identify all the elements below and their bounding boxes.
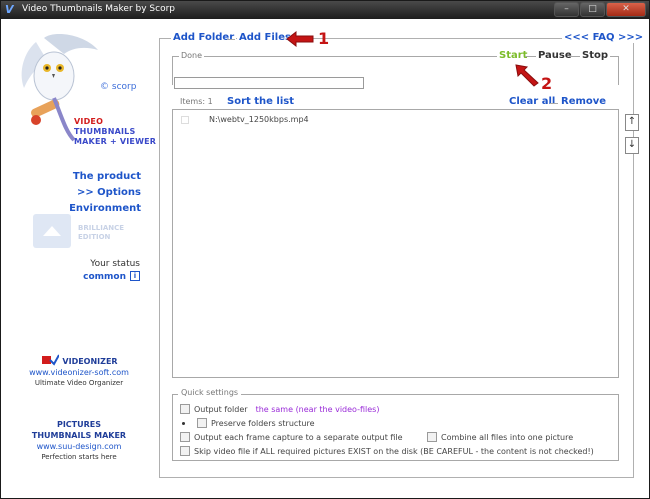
items-count: Items: 1 [178,97,215,106]
brilliance-edition-icon [33,214,71,248]
stop-button[interactable]: Stop [580,50,611,61]
preserve-structure-checkbox[interactable] [197,418,207,428]
annotation-arrow-icon [515,64,539,87]
pictures-thumbnails-promo[interactable]: PICTURES THUMBNAILS MAKER www.suu-design… [0,419,158,463]
nav-environment[interactable]: Environment [69,203,141,214]
videonizer-promo[interactable]: VIDEONIZER www.videonizer-soft.com Ultim… [0,356,158,389]
skip-existing-checkbox[interactable] [180,446,190,456]
each-frame-option[interactable]: Output each frame capture to a separate … [180,432,403,442]
list-item[interactable]: N:\webtv_1250kbps.mp4 [181,115,309,124]
output-folder-checkbox[interactable] [180,404,190,414]
move-up-button[interactable]: ↑ [625,114,639,131]
bullet-icon [182,421,185,425]
status-value[interactable]: common [83,272,126,282]
quick-settings-title: Quick settings [178,388,242,397]
combine-option[interactable]: Combine all files into one picture [427,432,573,442]
preserve-structure-option[interactable]: Preserve folders structure [182,418,315,428]
sort-list-button[interactable]: Sort the list [225,96,297,107]
separator [525,56,535,57]
combine-checkbox[interactable] [427,432,437,442]
file-checkbox[interactable] [181,115,189,124]
title-bar: V Video Thumbnails Maker by Scorp – □ ✕ [1,1,649,19]
skip-existing-option[interactable]: Skip video file if ALL required pictures… [180,446,594,456]
file-list[interactable]: N:\webtv_1250kbps.mp4 [172,109,619,378]
status-label: Your status [90,259,140,269]
product-name: VIDEO THUMBNAILS MAKER + VIEWER [74,117,157,146]
sidebar: © scorp VIDEO THUMBNAILS MAKER + VIEWER … [0,18,158,498]
window-title: Video Thumbnails Maker by Scorp [22,4,175,14]
file-path: N:\webtv_1250kbps.mp4 [209,115,309,124]
close-button[interactable]: ✕ [606,2,646,17]
annotation-number-2: 2 [541,74,553,93]
info-icon[interactable]: i [130,271,140,281]
move-down-button[interactable]: ↓ [625,137,639,154]
annotation-number-1: 1 [318,29,330,48]
nav-options[interactable]: >> Options [77,187,141,198]
done-label: Done [179,51,205,60]
app-icon: V [5,3,14,16]
progress-bar [174,77,364,89]
clear-all-button[interactable]: Clear all [507,96,558,107]
maximize-button[interactable]: □ [580,2,605,17]
nav-the-product[interactable]: The product [73,171,141,182]
annotation-arrow-icon [286,31,314,47]
brilliance-edition-label[interactable]: BRILLIANCE EDITION [78,224,124,242]
output-folder-value[interactable]: the same (near the video-files) [256,405,380,414]
separator [550,103,558,104]
add-folder-button[interactable]: Add Folder [171,32,237,43]
separator [569,56,579,57]
add-files-button[interactable]: Add Files [237,32,293,43]
remove-button[interactable]: Remove [559,96,609,107]
faq-link[interactable]: <<< FAQ >>> [562,32,646,43]
separator [227,39,235,40]
minimize-button[interactable]: – [554,2,579,17]
output-folder-option[interactable]: Output folder the same (near the video-f… [180,404,379,414]
scorp-link[interactable]: © scorp [100,82,136,92]
each-frame-checkbox[interactable] [180,432,190,442]
